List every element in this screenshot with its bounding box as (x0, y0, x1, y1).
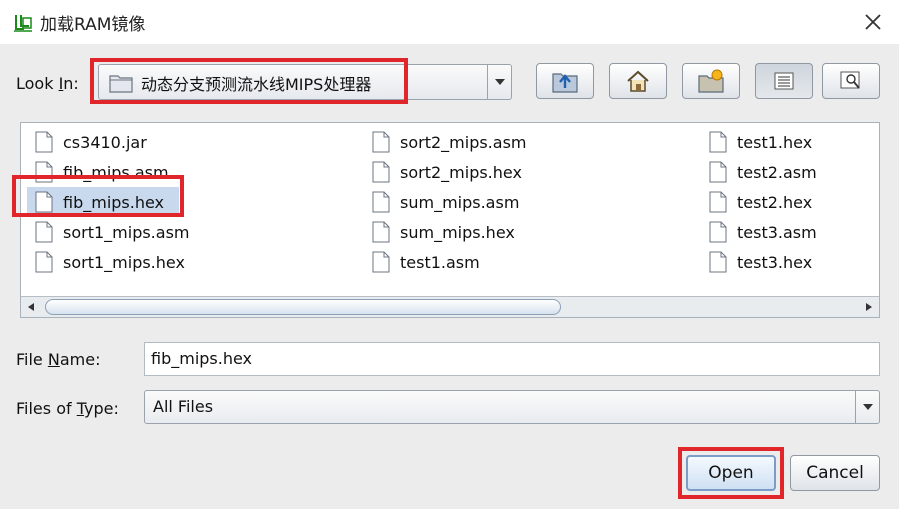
file-item[interactable]: test2.asm (701, 157, 817, 187)
open-button-highlight (678, 447, 784, 499)
file-item[interactable]: sort1_mips.hex (27, 247, 190, 277)
file-icon (709, 161, 727, 183)
home-icon (627, 70, 649, 92)
file-item[interactable]: test2.hex (701, 187, 817, 217)
up-one-level-icon (552, 73, 578, 93)
file-item[interactable]: sort2_mips.asm (364, 127, 527, 157)
file-icon (372, 161, 390, 183)
file-item[interactable]: test1.hex (701, 127, 817, 157)
file-icon (709, 221, 727, 243)
arrow-left-icon (28, 303, 34, 311)
new-folder-button[interactable] (682, 63, 740, 99)
file-item[interactable]: test1.asm (364, 247, 527, 277)
file-type-value: All Files (153, 397, 214, 416)
file-icon (35, 251, 53, 273)
file-type-dropdown-button[interactable] (855, 391, 879, 423)
scroll-right-button[interactable] (859, 297, 879, 317)
file-icon (709, 131, 727, 153)
file-item[interactable]: sort1_mips.asm (27, 217, 190, 247)
chevron-down-icon (862, 404, 873, 410)
up-one-level-button[interactable] (536, 63, 594, 99)
file-type-label: Files of Type: (16, 399, 119, 418)
file-icon (709, 191, 727, 213)
file-name-label: File Name: (16, 350, 101, 369)
title-bar: 加载RAM镜像 (0, 0, 899, 44)
horizontal-scrollbar[interactable] (21, 296, 879, 317)
file-list[interactable]: cs3410.jar fib_mips.asm fib_mips.hex sor… (20, 122, 880, 318)
cancel-button[interactable]: Cancel (790, 455, 880, 491)
list-view-icon (774, 72, 794, 90)
close-icon[interactable] (861, 10, 885, 34)
list-view-button[interactable] (755, 63, 813, 99)
file-icon (35, 221, 53, 243)
file-column: test1.hex test2.asm test2.hex test3.asm … (701, 127, 817, 277)
file-item[interactable]: cs3410.jar (27, 127, 190, 157)
chevron-down-icon (494, 79, 505, 85)
jar-app-icon (14, 15, 32, 32)
file-icon (709, 251, 727, 273)
details-view-button[interactable] (822, 63, 880, 99)
arrow-right-icon (866, 303, 872, 311)
look-in-highlight (90, 58, 408, 104)
scrollbar-thumb[interactable] (45, 299, 561, 315)
file-type-combobox[interactable]: All Files (144, 390, 880, 424)
file-icon (372, 131, 390, 153)
file-name-value: fib_mips.hex (151, 349, 253, 368)
window-title: 加载RAM镜像 (40, 15, 146, 35)
file-icon (35, 131, 53, 153)
file-icon (372, 221, 390, 243)
file-column: sort2_mips.asm sort2_mips.hex sum_mips.a… (364, 127, 527, 277)
dialog-body: Look In: 动态分支预测流水线MIPS处理器 cs3410.jar fib… (0, 44, 899, 509)
file-icon (372, 251, 390, 273)
file-name-input[interactable]: fib_mips.hex (144, 342, 880, 376)
details-view-icon (840, 71, 860, 89)
file-item[interactable]: sum_mips.asm (364, 187, 527, 217)
file-item[interactable]: sum_mips.hex (364, 217, 527, 247)
look-in-dropdown-button[interactable] (487, 65, 511, 99)
file-item[interactable]: test3.asm (701, 217, 817, 247)
look-in-label: Look In: (16, 74, 79, 93)
home-button[interactable] (609, 63, 667, 99)
scroll-left-button[interactable] (21, 297, 41, 317)
new-folder-icon (698, 69, 724, 93)
file-item[interactable]: test3.hex (701, 247, 817, 277)
file-icon (372, 191, 390, 213)
file-item[interactable]: sort2_mips.hex (364, 157, 527, 187)
selected-file-highlight (12, 175, 184, 217)
